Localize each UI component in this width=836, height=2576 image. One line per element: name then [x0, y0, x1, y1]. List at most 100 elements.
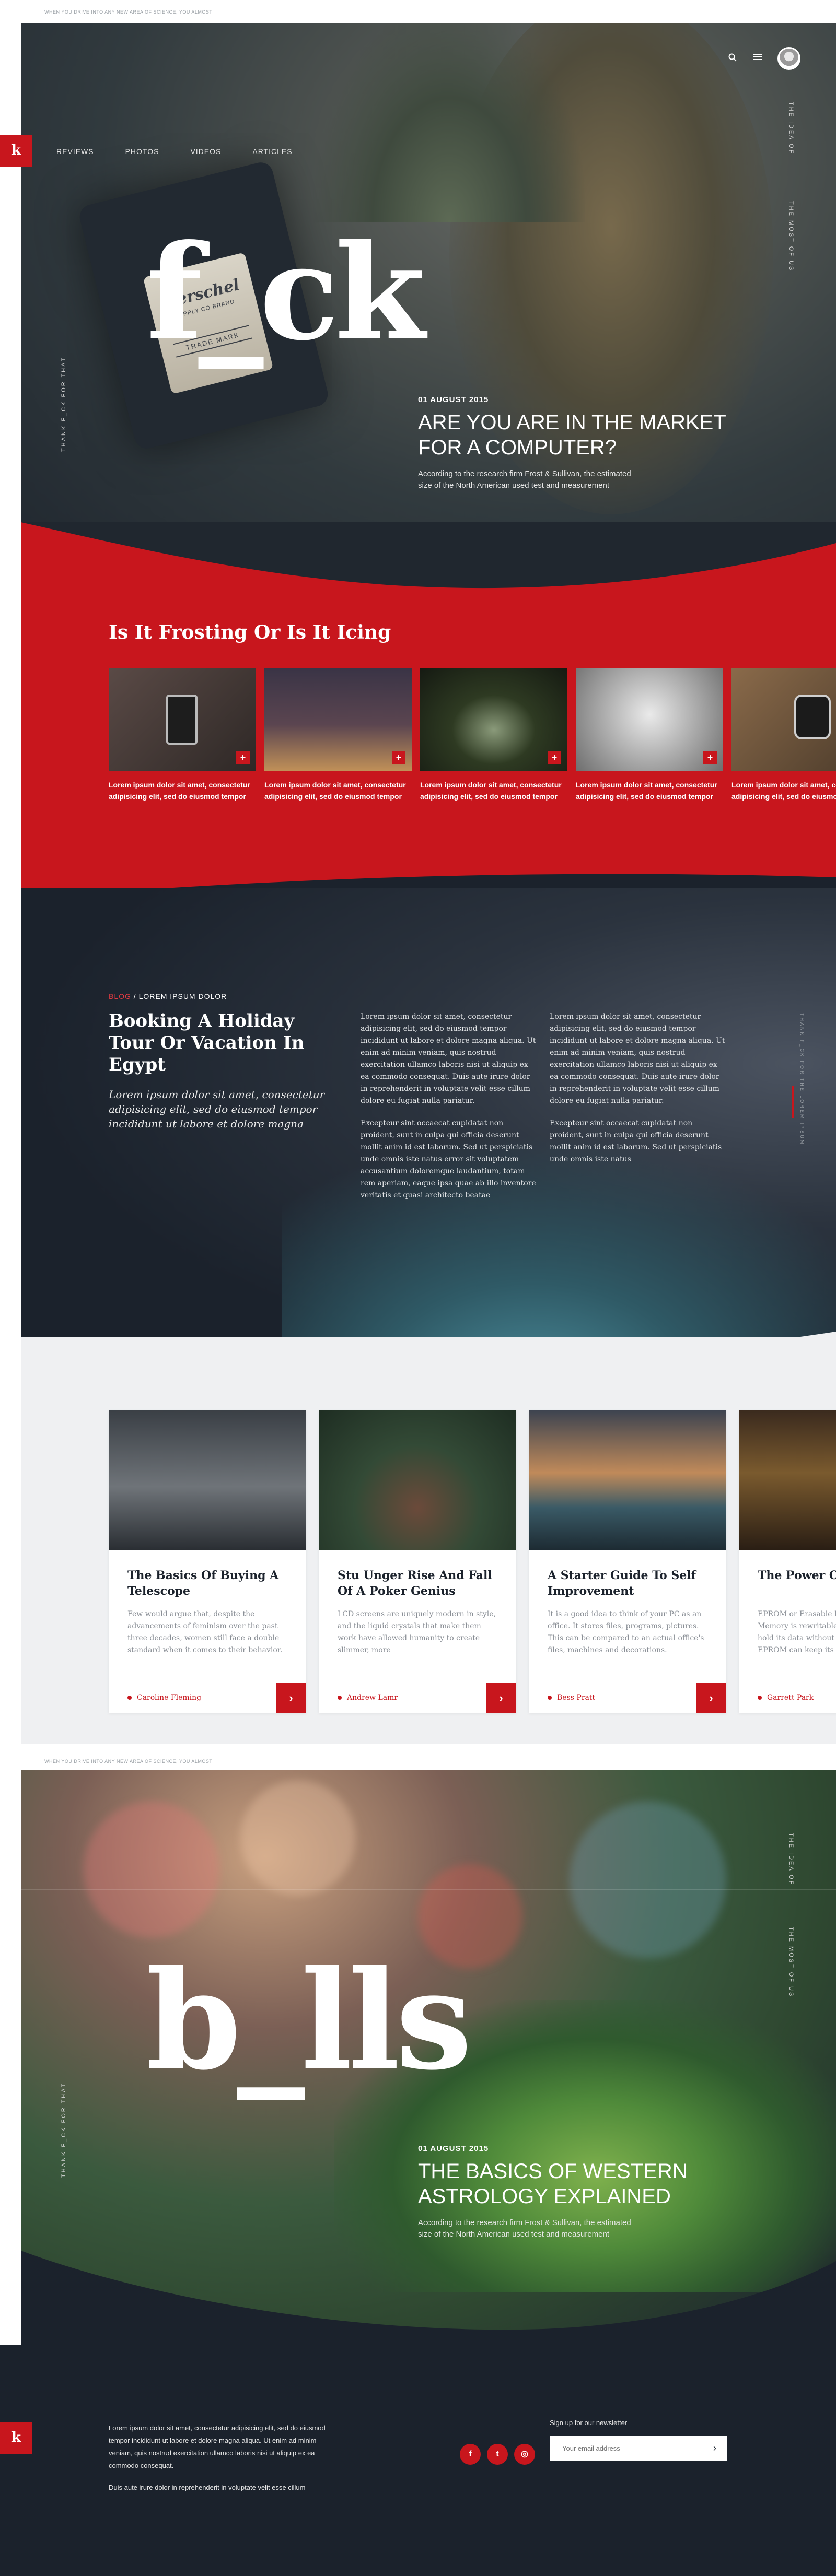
hero-date: 01 AUGUST 2015 [418, 395, 489, 404]
nav-item-reviews[interactable]: REVIEWS [56, 147, 94, 156]
hero-desc-line1: According to the research firm Frost & S… [418, 469, 631, 478]
card-arrow-button[interactable]: › [696, 1683, 726, 1713]
hero-title-line2: FOR A COMPUTER? [418, 436, 617, 459]
wave-top [21, 522, 836, 589]
author-dot-icon [127, 1696, 132, 1700]
middle-caption: WHEN YOU DRIVE INTO ANY NEW AREA OF SCIE… [44, 1759, 213, 1764]
card-footer: Bess Pratt › [529, 1683, 726, 1713]
card-title[interactable]: The Power O [758, 1568, 836, 1583]
hero-title[interactable]: THE BASICS OF WESTERN ASTROLOGY EXPLAINE… [418, 2159, 688, 2209]
card-footer: Caroline Fleming › [109, 1683, 306, 1713]
footer-paragraph: Lorem ipsum dolor sit amet, consectetur … [109, 2424, 326, 2469]
article-card[interactable]: The Power O EPROM or Erasable Pro Memory… [739, 1410, 836, 1713]
caption-line1: Lorem ipsum dolor sit amet, consectetur [732, 781, 836, 789]
article-paragraph: Lorem ipsum dolor sit amet, consectetur … [361, 1013, 536, 1105]
caption-line1: Lorem ipsum dolor sit amet, consectetur [264, 781, 406, 789]
side-text-left: THANK F_CK FOR THAT [61, 2082, 67, 2178]
caption-line2: adipisicing elit, sed do eiusmod tempor [732, 792, 836, 801]
plus-icon[interactable]: + [703, 751, 717, 764]
thumbnail-caption: Lorem ipsum dolor sit amet, consectetur … [264, 779, 412, 802]
section-heading: Is It Frosting Or Is It Icing [109, 621, 391, 643]
pineapple-leaves-image [314, 23, 585, 222]
hero-title[interactable]: ARE YOU ARE IN THE MARKET FOR A COMPUTER… [418, 410, 726, 460]
cards-section: The Basics Of Buying A Telescope Few wou… [21, 1337, 836, 1744]
social-links: f t ◎ [460, 2444, 535, 2465]
facebook-icon[interactable]: f [460, 2444, 481, 2465]
article-card[interactable]: A Starter Guide To Self Improvement It i… [529, 1410, 726, 1713]
card-title[interactable]: The Basics Of Buying A Telescope [127, 1568, 289, 1599]
article-paragraph: Excepteur sint occaecat cupidatat non pr… [361, 1119, 536, 1199]
frosting-section: Is It Frosting Or Is It Icing + Lorem ip… [21, 522, 836, 919]
side-text-right-b: THE MOST OF US [788, 1927, 794, 1998]
thumbnail-item[interactable]: + Lorem ipsum dolor sit amet, consectetu… [576, 668, 723, 802]
thumbnail-image-watch: + [732, 668, 836, 771]
watch-shape [794, 695, 831, 739]
card-excerpt: LCD screens are uniquely modern in style… [338, 1610, 496, 1654]
hero-big-word: b_lls [146, 1941, 472, 2100]
card-author[interactable]: Caroline Fleming [127, 1693, 201, 1702]
card-excerpt: Few would argue that, despite the advanc… [127, 1610, 283, 1654]
submit-arrow-button[interactable]: › [702, 2436, 727, 2461]
article-card[interactable]: Stu Unger Rise And Fall Of A Poker Geniu… [319, 1410, 516, 1713]
side-text-right-a: THE IDEA OF [788, 102, 794, 155]
article-lead: Lorem ipsum dolor sit amet, consectetur … [109, 1088, 325, 1130]
scroll-indicator[interactable] [792, 1086, 794, 1118]
card-image-woman [319, 1410, 516, 1550]
thumbnail-item[interactable]: + Lorem ipsum dolor sit amet, consectetu… [420, 668, 567, 802]
article-column-2: Lorem ipsum dolor sit amet, consectetur … [550, 1011, 727, 1176]
menu-icon[interactable] [752, 53, 763, 64]
article-paragraph: Excepteur sint occaecat cupidatat non pr… [550, 1119, 722, 1163]
thumbnail-image-bulb: + [576, 668, 723, 771]
nav-item-articles[interactable]: ARTICLES [252, 147, 292, 156]
card-title[interactable]: A Starter Guide To Self Improvement [548, 1568, 710, 1599]
nav-item-videos[interactable]: VIDEOS [190, 147, 221, 156]
email-input[interactable] [550, 2436, 702, 2461]
plus-icon[interactable]: + [236, 751, 250, 764]
caption-line1: Lorem ipsum dolor sit amet, consectetur [420, 781, 562, 789]
category-rest: / LOREM IPSUM DOLOR [133, 992, 227, 1001]
thumbnail-caption: Lorem ipsum dolor sit amet, consectetur … [420, 779, 567, 802]
nav-item-photos[interactable]: PHOTOS [125, 147, 159, 156]
thumbnail-item[interactable]: + Lorem ipsum dolor sit amet, consectetu… [109, 668, 256, 802]
side-text-left: THANK F_CK FOR THAT [61, 356, 67, 452]
author-name: Andrew Lamr [347, 1693, 398, 1702]
hero-desc-line2: size of the North American used test and… [418, 481, 610, 490]
thumbnail-caption: Lorem ipsum dolor sit amet, consectetur … [732, 779, 836, 802]
avatar[interactable] [777, 47, 800, 70]
article-title[interactable]: Booking A Holiday Tour Or Vacation In Eg… [109, 1010, 328, 1076]
caption-line1: Lorem ipsum dolor sit amet, consectetur [109, 781, 250, 789]
instagram-icon[interactable]: ◎ [514, 2444, 535, 2465]
top-icons [727, 47, 800, 70]
site-footer: k Lorem ipsum dolor sit amet, consectetu… [0, 2345, 836, 2576]
hero-title-line2: ASTROLOGY EXPLAINED [418, 2185, 671, 2208]
brand-logo[interactable]: k [0, 135, 32, 167]
card-arrow-button[interactable]: › [276, 1683, 306, 1713]
article-section: BLOG / LOREM IPSUM DOLOR Booking A Holid… [21, 888, 836, 1389]
search-icon[interactable] [727, 53, 738, 64]
card-excerpt: It is a good idea to think of your PC as… [548, 1610, 704, 1654]
author-dot-icon [548, 1696, 552, 1700]
thumbnail-item[interactable]: + Lorem ipsum dolor sit amet, consectetu… [264, 668, 412, 802]
newsletter-label: Sign up for our newsletter [550, 2419, 628, 2427]
category-link[interactable]: BLOG [109, 992, 131, 1001]
card-footer: Andrew Lamr › [319, 1683, 516, 1713]
twitter-icon[interactable]: t [487, 2444, 508, 2465]
footer-logo[interactable]: k [0, 2422, 32, 2454]
plus-icon[interactable]: + [392, 751, 405, 764]
card-arrow-button[interactable]: › [486, 1683, 516, 1713]
article-card[interactable]: The Basics Of Buying A Telescope Few wou… [109, 1410, 306, 1713]
card-author[interactable]: Andrew Lamr [338, 1693, 398, 1702]
side-text-right-a: THE IDEA OF [788, 1833, 794, 1886]
newsletter-form: › [550, 2436, 727, 2461]
plus-icon[interactable]: + [548, 751, 561, 764]
card-author[interactable]: Bess Pratt [548, 1693, 595, 1702]
caption-line2: adipisicing elit, sed do eiusmod tempor [576, 792, 713, 801]
footer-text: Lorem ipsum dolor sit amet, consectetur … [109, 2422, 333, 2503]
card-author[interactable]: Garrett Park [758, 1693, 814, 1702]
card-footer: Garrett Park [739, 1683, 836, 1713]
wave-footer [21, 2251, 836, 2345]
bokeh-light [570, 1802, 726, 1958]
cards-row: The Basics Of Buying A Telescope Few wou… [109, 1410, 836, 1713]
card-title[interactable]: Stu Unger Rise And Fall Of A Poker Geniu… [338, 1568, 500, 1599]
thumbnail-item[interactable]: + Lorem ipsum dolor sit amet, consectetu… [732, 668, 836, 802]
